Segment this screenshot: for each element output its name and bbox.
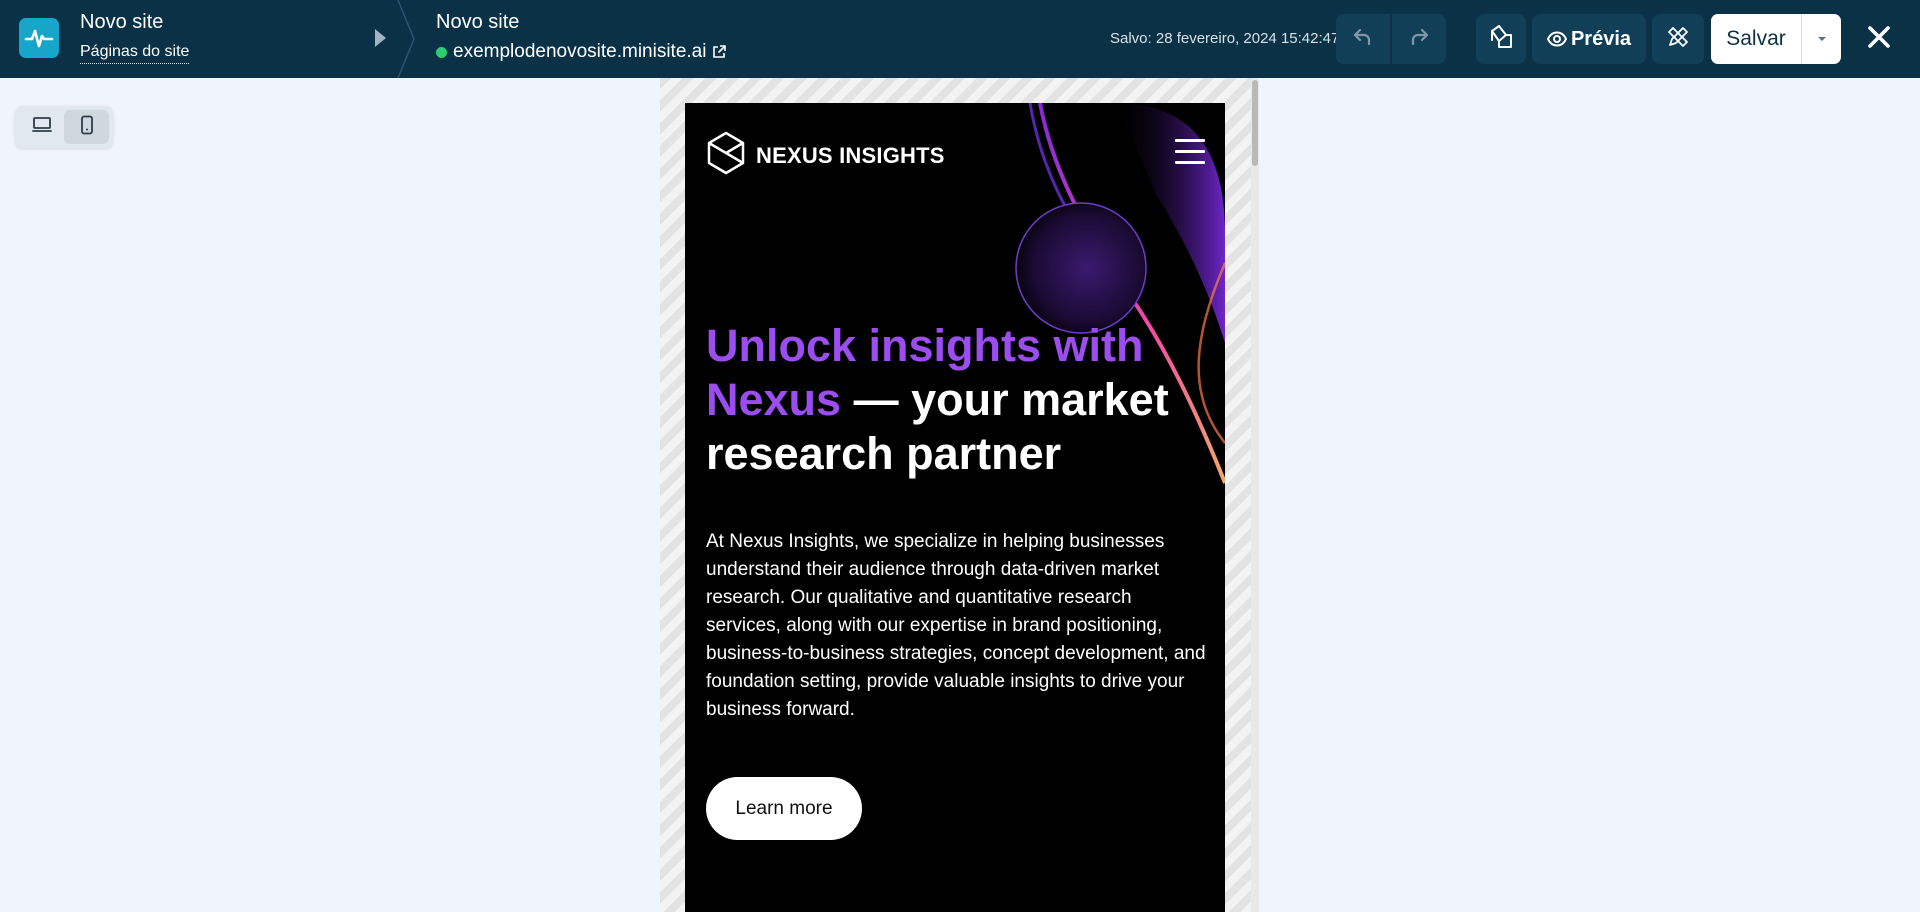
page-url-row[interactable]: exemplodenovosite.minisite.ai bbox=[436, 40, 727, 64]
hamburger-icon[interactable] bbox=[1175, 139, 1205, 165]
preview-scroll-thumb[interactable] bbox=[1252, 80, 1258, 166]
page-name: Novo site bbox=[436, 11, 520, 33]
site-name: Novo site bbox=[80, 11, 164, 33]
page-url[interactable]: exemplodenovosite.minisite.ai bbox=[453, 40, 706, 64]
theme-button[interactable] bbox=[1476, 14, 1526, 64]
cube-icon bbox=[706, 131, 746, 180]
redo-icon bbox=[1408, 26, 1430, 53]
hero-headline: Unlock insights with Nexus — your market… bbox=[706, 319, 1176, 481]
pencil-ruler-icon bbox=[1666, 25, 1690, 54]
learn-more-button[interactable]: Learn more bbox=[706, 777, 862, 840]
hero-body: At Nexus Insights, we specialize in help… bbox=[706, 531, 1206, 720]
close-icon bbox=[1867, 25, 1891, 54]
pulse-icon[interactable] bbox=[19, 18, 59, 58]
saved-status: Salvo: 28 fevereiro, 2024 15:42:47 bbox=[1110, 30, 1340, 47]
preview-label: Prévia bbox=[1570, 27, 1632, 50]
breadcrumb-divider bbox=[397, 0, 415, 78]
preview-scrollbar[interactable] bbox=[1251, 78, 1259, 912]
close-editor-button[interactable] bbox=[1862, 22, 1896, 56]
site-pages-link[interactable]: Páginas do site bbox=[80, 42, 190, 64]
eye-icon bbox=[1546, 30, 1567, 48]
mobile-view-button[interactable] bbox=[64, 110, 109, 144]
desktop-view-button[interactable] bbox=[19, 110, 64, 144]
undo-button[interactable] bbox=[1336, 14, 1390, 64]
caret-down-icon bbox=[1816, 30, 1828, 48]
save-button-group: Salvar bbox=[1711, 14, 1841, 64]
editor-topbar: Novo site Páginas do site Novo site exem… bbox=[0, 0, 1920, 78]
brand-name: NEXUS INSIGHTS bbox=[756, 142, 945, 168]
external-link-icon[interactable] bbox=[712, 45, 727, 59]
preview-button[interactable]: Prévia bbox=[1532, 14, 1646, 64]
undo-icon bbox=[1352, 26, 1374, 53]
desktop-icon bbox=[31, 116, 52, 139]
caret-right-icon[interactable] bbox=[375, 29, 386, 47]
paint-bucket-icon bbox=[1487, 23, 1515, 56]
design-tools-button[interactable] bbox=[1652, 14, 1704, 64]
preview-site: NEXUS INSIGHTS Unlock insights with Nexu… bbox=[685, 103, 1225, 912]
save-options-button[interactable] bbox=[1801, 14, 1841, 64]
status-dot bbox=[436, 46, 447, 58]
save-button[interactable]: Salvar bbox=[1711, 14, 1801, 64]
site-brand[interactable]: NEXUS INSIGHTS bbox=[706, 131, 945, 180]
site-info: Novo site Páginas do site bbox=[80, 10, 190, 64]
mobile-icon bbox=[80, 115, 94, 140]
redo-button[interactable] bbox=[1392, 14, 1446, 64]
device-toggle bbox=[15, 106, 113, 148]
page-info: Novo site exemplodenovosite.minisite.ai bbox=[436, 10, 727, 64]
